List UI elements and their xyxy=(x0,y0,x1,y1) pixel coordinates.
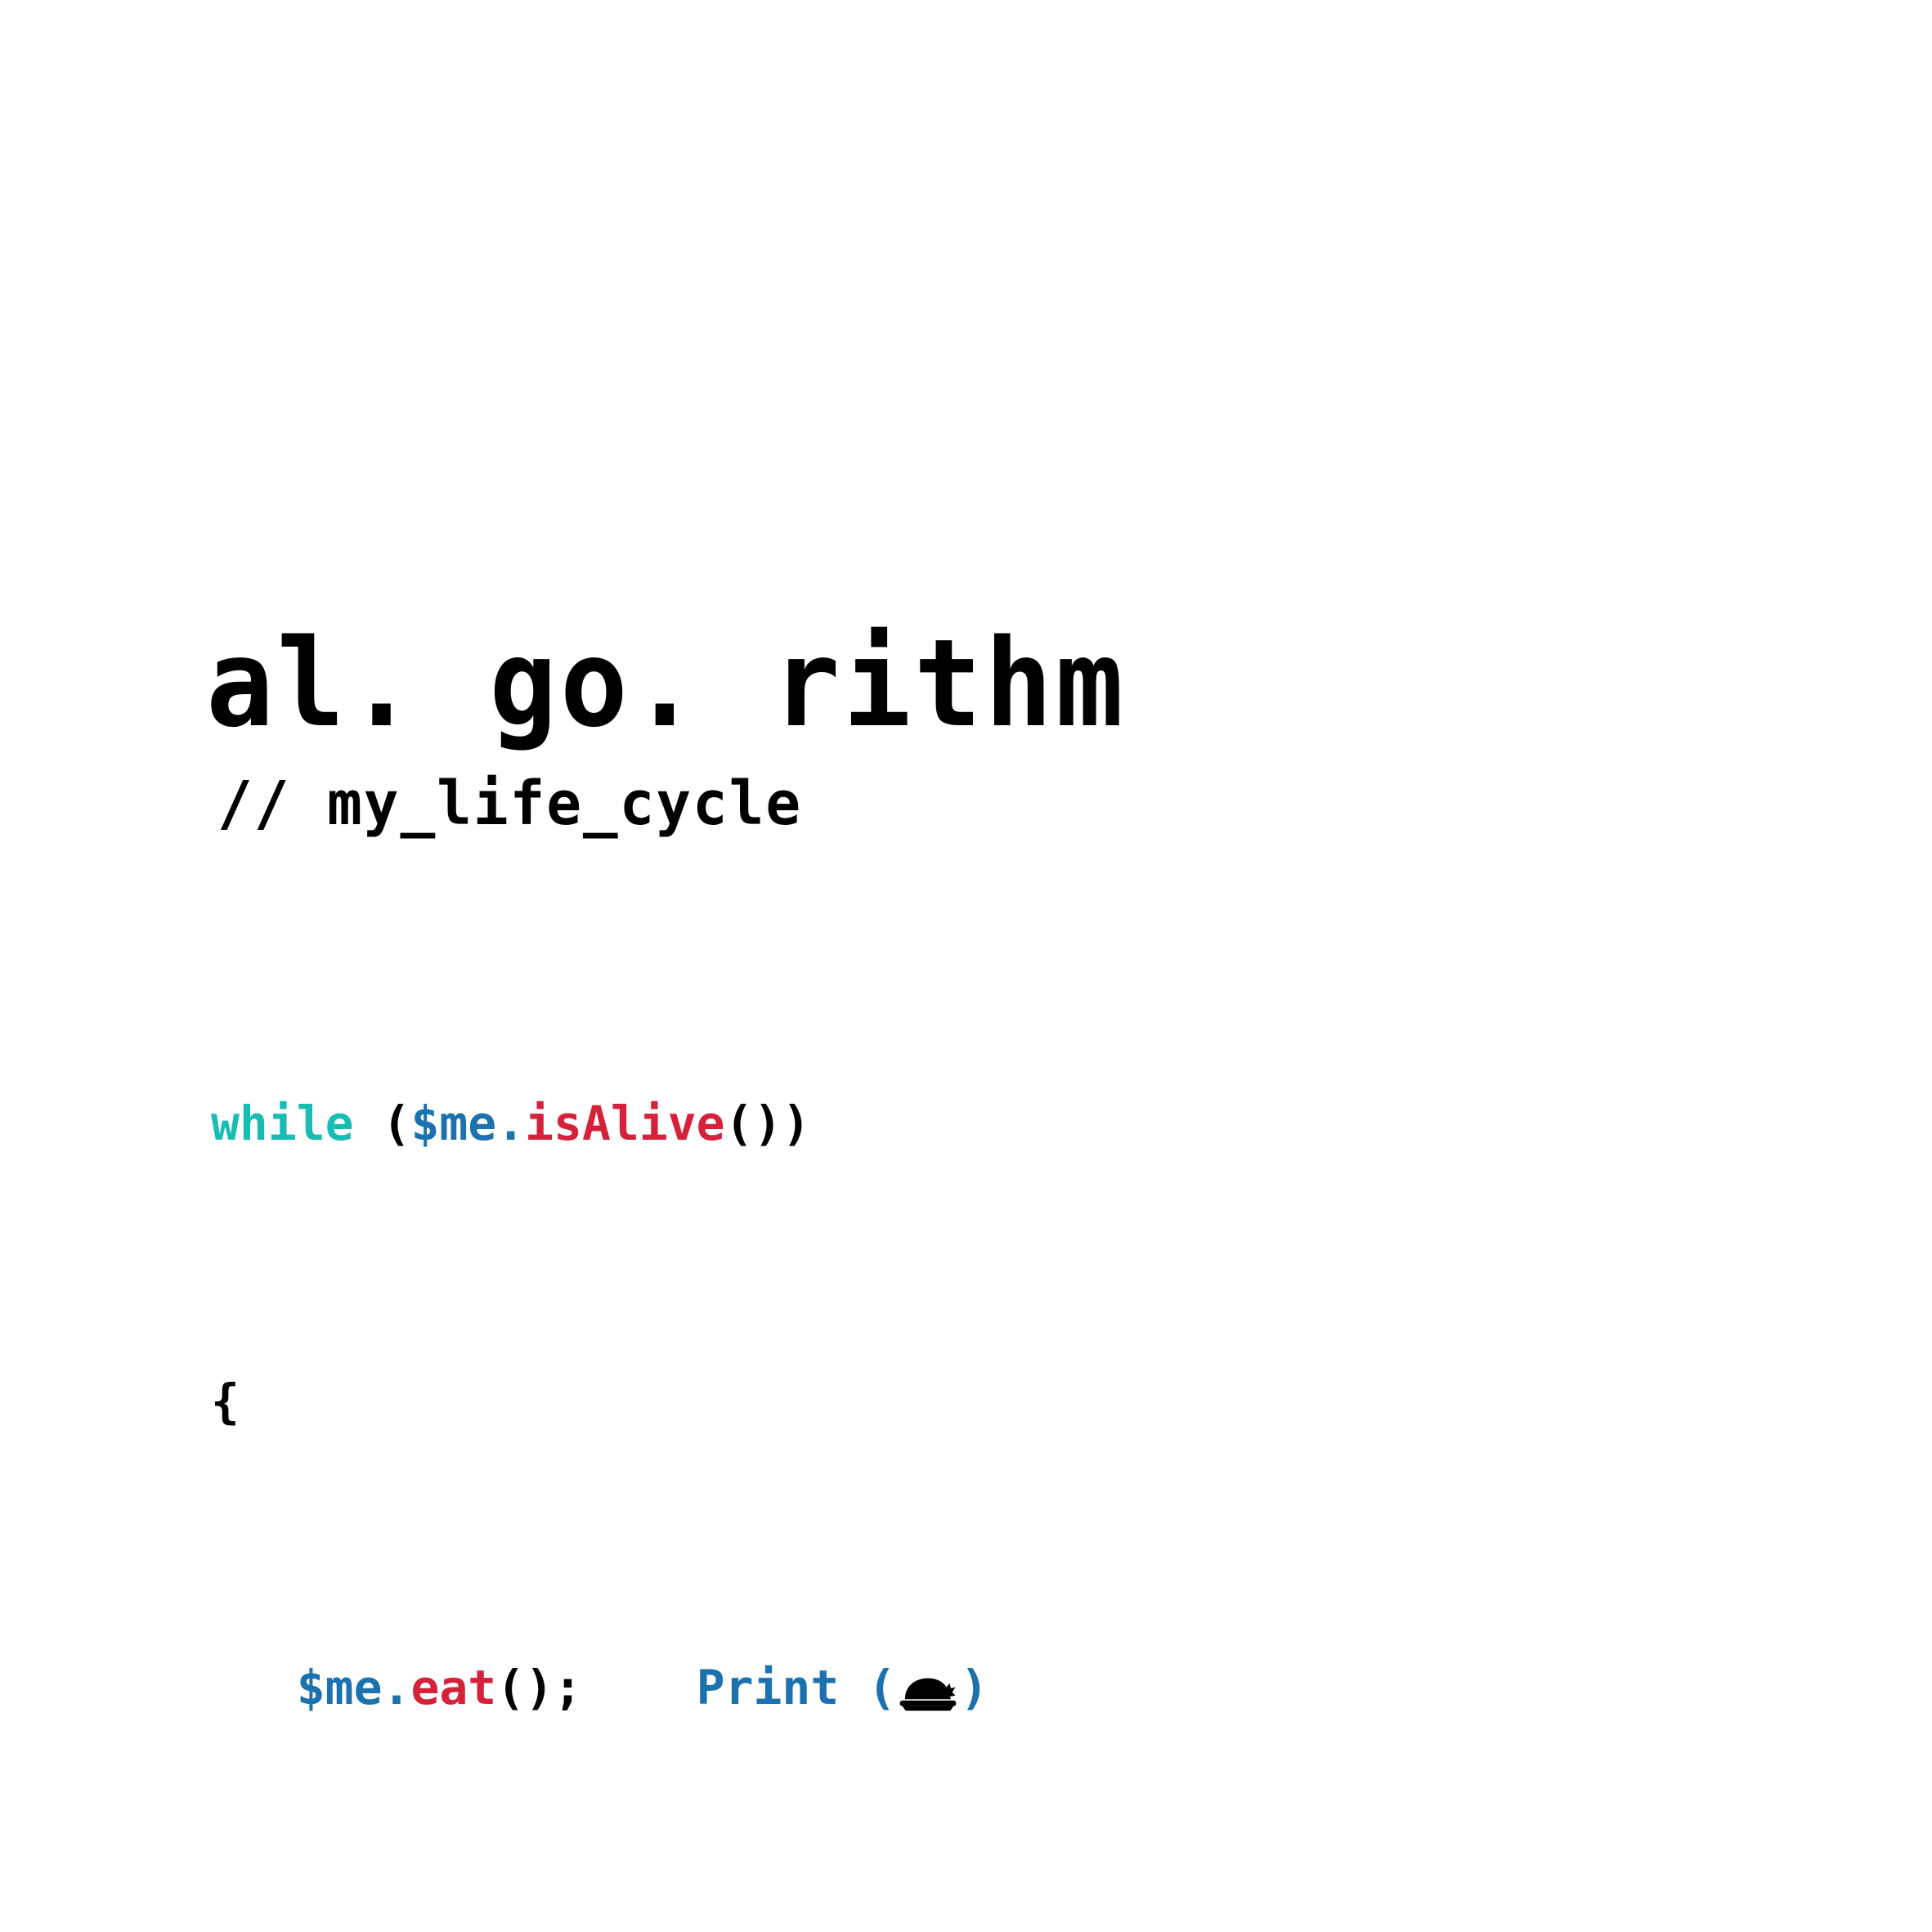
brace-open: { xyxy=(211,1374,240,1429)
code-line-eat: $me.eat(); Print () xyxy=(211,1660,1719,1720)
keyword-while: while xyxy=(211,1096,354,1151)
space-1 xyxy=(354,1096,383,1151)
object-me-eat: $me. xyxy=(296,1660,411,1715)
print-keyword-eat: Print xyxy=(696,1660,840,1715)
page-subtitle-comment: // my_life_cycle xyxy=(217,769,803,839)
indent-3 xyxy=(211,1660,297,1715)
call-eat: (); xyxy=(496,1660,582,1715)
pad-3 xyxy=(582,1660,697,1715)
paren-open-1: ( xyxy=(382,1096,411,1151)
poster-canvas: al. go. rithm // my_life_cycle while ($m… xyxy=(0,0,1932,1932)
method-isalive: isAlive xyxy=(525,1096,725,1151)
method-eat: eat xyxy=(410,1660,497,1715)
object-me-1: $me. xyxy=(410,1096,526,1151)
code-line-while: while ($me.isAlive()) xyxy=(211,1096,1719,1151)
paren-close-eat: ) xyxy=(960,1660,989,1715)
space-3 xyxy=(839,1660,867,1715)
roast-food-icon xyxy=(896,1671,960,1712)
call-close-1: ()) xyxy=(724,1096,811,1151)
paren-open-eat: ( xyxy=(867,1660,897,1715)
code-block: while ($me.isAlive()) { $me.eat(); Print… xyxy=(211,873,1719,1932)
header-block: al. go. rithm // my_life_cycle xyxy=(206,623,1759,834)
code-line-open-brace: { xyxy=(211,1374,1719,1429)
page-title: al. go. rithm xyxy=(206,613,1127,754)
